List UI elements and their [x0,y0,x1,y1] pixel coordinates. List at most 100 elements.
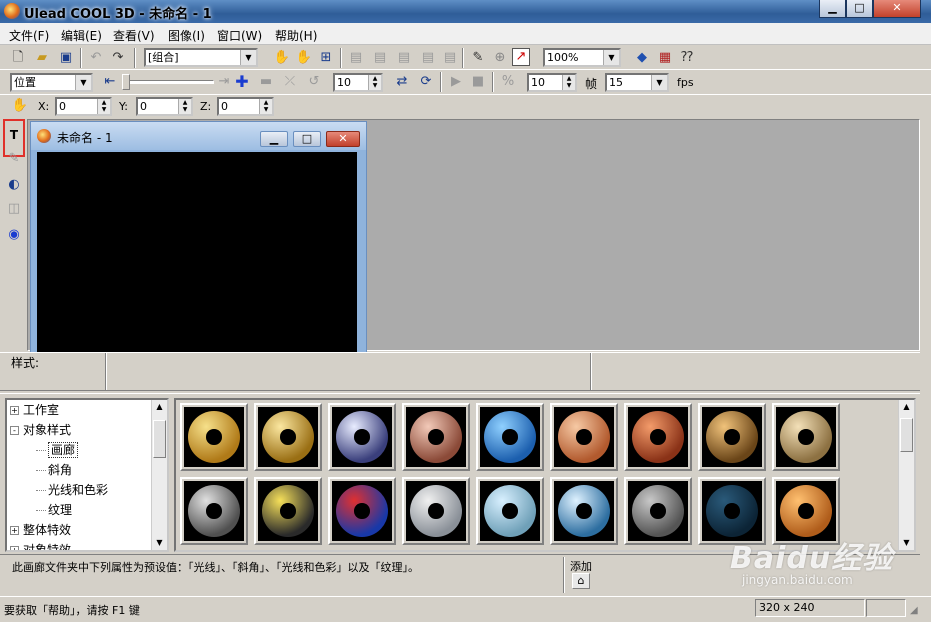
chevron-down-icon[interactable]: ▼ [603,50,619,65]
x-input[interactable]: 0 ▲ ▼ [55,97,112,116]
rotate-hand-icon[interactable]: ✋ [294,48,314,68]
timeline-thumb[interactable] [122,74,130,90]
reverse-icon[interactable]: ↺ [304,72,324,92]
minimize-button[interactable]: ▁ [819,0,846,18]
gallery-thumbnail[interactable] [180,403,248,471]
scroll-up-icon[interactable]: ▲ [152,400,167,414]
tree-item[interactable]: 光线和色彩 [10,480,150,500]
stop-icon[interactable]: ■ [468,72,488,92]
menu-file[interactable]: 文件(F) [9,27,49,44]
document-minimize-button[interactable]: ▁ [260,131,288,147]
tree-scrollbar[interactable]: ▲ ▼ [151,400,167,550]
canvas-preview[interactable] [37,152,357,353]
spin-icon[interactable]: ▲ ▼ [562,75,575,90]
gallery-thumbnail[interactable] [476,477,544,545]
easypalette-tree[interactable]: + 工作室 - 对象样式 画廊 斜角 光线和色彩 纹理 + 整体特效 + 对象特效 ▲ ▼ [5,398,169,552]
redo-icon[interactable]: ↷ [108,48,128,68]
expand-icon[interactable]: + [10,546,19,550]
scroll-down-icon[interactable]: ▼ [152,536,167,550]
menu-help[interactable]: 帮助(H) [275,27,317,44]
chevron-down-icon[interactable]: ▼ [651,75,667,90]
tree-item[interactable]: 纹理 [10,500,150,520]
context-help-icon[interactable]: ⁇ [677,48,697,68]
gallery-thumbnail[interactable] [328,477,396,545]
gallery-thumbnail[interactable] [402,403,470,471]
timeline-slider[interactable] [122,73,214,91]
frame-count-input[interactable]: 10 ▲ ▼ [527,73,577,92]
percent-icon[interactable]: % [498,72,518,92]
gallery-thumbnail[interactable] [476,403,544,471]
save-icon[interactable]: ▣ [56,48,76,68]
hand-icon[interactable]: ✋ [272,48,292,68]
spin-icon[interactable]: ▲ ▼ [368,75,381,90]
document-maximize-button[interactable]: □ [293,131,321,147]
document-close-button[interactable]: ✕ [326,131,360,147]
tree-item[interactable]: 斜角 [10,460,150,480]
gallery-thumbnail[interactable] [698,403,766,471]
chevron-down-icon[interactable]: ▼ [240,50,256,65]
menu-window[interactable]: 窗口(W) [217,27,262,44]
gallery-thumbnail[interactable] [328,403,396,471]
close-button[interactable]: ✕ [873,0,921,18]
chevron-down-icon[interactable]: ▼ [75,75,91,90]
tree-item[interactable]: + 整体特效 [10,520,150,540]
spin-icon[interactable]: ▲ ▼ [259,99,272,114]
maximize-button[interactable]: □ [846,0,873,18]
gallery-thumbnail[interactable] [254,477,322,545]
document-title-bar[interactable]: 未命名 - 1 ▁ □ ✕ [31,122,366,150]
gallery-thumbnail[interactable] [402,477,470,545]
first-frame-icon[interactable]: ⇤ [100,72,120,92]
export-icon[interactable]: ▦ [655,48,675,68]
gallery-thumbnail[interactable] [254,403,322,471]
object-select[interactable]: [组合] ▼ [144,48,258,67]
fps-select[interactable]: 15 ▼ [605,73,669,92]
pingpong-icon[interactable]: ⟳ [416,72,436,92]
edit-text-icon[interactable]: ✎ [4,149,24,169]
insert-geometry-icon[interactable]: ◐ [4,175,24,195]
attribute-select[interactable]: 位置 ▼ [10,73,93,92]
menu-view[interactable]: 查看(V) [113,27,155,44]
scroll-up-icon[interactable]: ▲ [899,400,914,414]
plugin-icon[interactable]: ◆ [632,48,652,68]
play-icon[interactable]: ▶ [446,72,466,92]
gallery-thumbnail[interactable] [772,403,840,471]
align-bottom-icon[interactable]: ▤ [440,48,460,68]
menu-edit[interactable]: 编辑(E) [61,27,102,44]
scroll-thumb[interactable] [153,420,166,458]
loop-icon[interactable]: ⇄ [392,72,412,92]
chart-icon[interactable]: ↗ [512,48,530,66]
insert-text-icon[interactable]: T [4,125,24,145]
remove-keyframe-icon[interactable]: ▬ [256,72,276,92]
y-input[interactable]: 0 ▲ ▼ [136,97,193,116]
align-center-icon[interactable]: ▤ [370,48,390,68]
insert-object-icon[interactable]: ◉ [4,225,24,245]
spin-icon[interactable]: ▲ ▼ [97,99,110,114]
title-bar[interactable]: Ulead COOL 3D - 未命名 - 1 ▁ □ ✕ [0,0,931,23]
frame-input[interactable]: 10 ▲ ▼ [333,73,383,92]
expand-icon[interactable]: + [10,406,19,415]
paint-icon[interactable]: ✎ [468,48,488,68]
gallery-scrollbar[interactable]: ▲ ▼ [898,400,914,550]
last-frame-icon[interactable]: ⇥ [214,72,234,92]
add-button[interactable]: ⌂ [572,573,590,589]
z-input[interactable]: 0 ▲ ▼ [217,97,274,116]
tree-item[interactable]: + 工作室 [10,400,150,420]
spin-icon[interactable]: ▲ ▼ [178,99,191,114]
expand-icon[interactable]: + [10,526,19,535]
document-window[interactable]: 未命名 - 1 ▁ □ ✕ [30,121,367,353]
move-icon[interactable]: ⊞ [316,48,336,68]
undo-icon[interactable]: ↶ [86,48,106,68]
align-right-icon[interactable]: ▤ [394,48,414,68]
tree-item[interactable]: 画廊 [10,440,150,460]
scroll-thumb[interactable] [900,418,913,452]
tree-item[interactable]: + 对象特效 [10,540,150,550]
split-icon[interactable]: ⤫ [280,72,300,92]
gallery-thumbnail[interactable] [550,477,618,545]
hand-icon[interactable]: ✋ [10,96,30,116]
gallery-thumbnail[interactable] [180,477,248,545]
new-file-icon[interactable]: 🗋 [8,48,28,68]
gallery-thumbnail[interactable] [624,477,692,545]
tree-item[interactable]: - 对象样式 [10,420,150,440]
resize-grip-icon[interactable]: ◢ [910,605,918,616]
open-folder-icon[interactable]: ▰ [32,48,52,68]
